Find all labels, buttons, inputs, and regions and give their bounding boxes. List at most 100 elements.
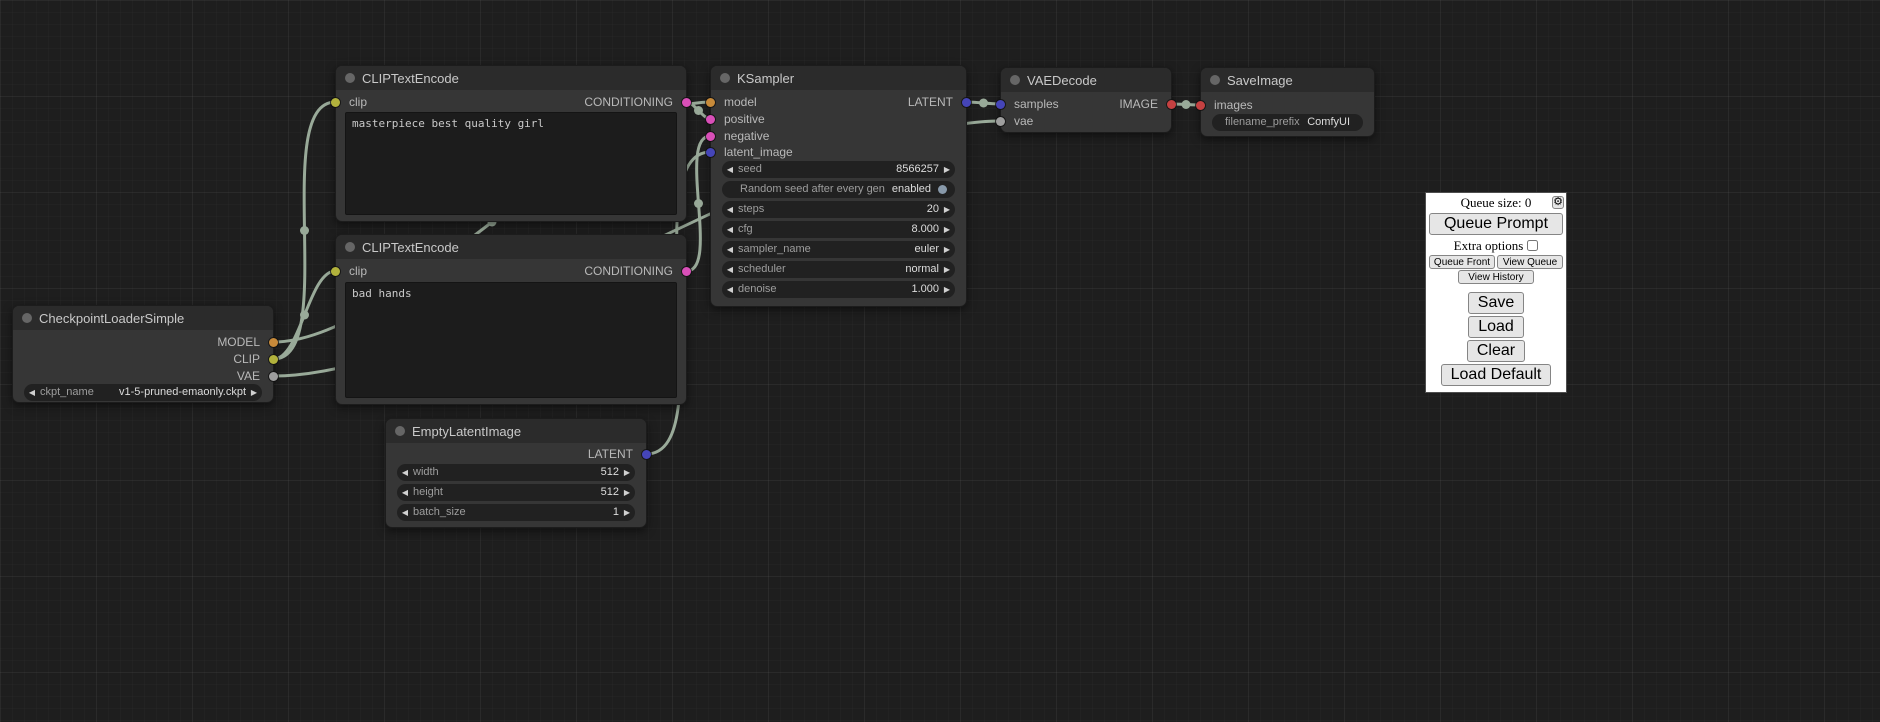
clip-output-dot[interactable] [269, 355, 278, 364]
node-title-bar[interactable]: CLIPTextEncode [336, 235, 686, 259]
settings-gear-icon[interactable]: ⚙ [1552, 196, 1564, 209]
latent-output-slot[interactable]: LATENT [588, 447, 646, 461]
save-button[interactable]: Save [1468, 292, 1524, 314]
node-cliptextencode-negative[interactable]: CLIPTextEncode clip CONDITIONING bad han… [335, 234, 687, 405]
node-title-bar[interactable]: EmptyLatentImage [386, 419, 646, 443]
increment-arrow-icon[interactable]: ▶ [246, 384, 262, 401]
increment-arrow-icon[interactable]: ▶ [939, 201, 955, 218]
denoise-widget[interactable]: ◀ denoise 1.000 ▶ [722, 281, 955, 298]
link-wire[interactable] [274, 102, 336, 359]
queue-prompt-button[interactable]: Queue Prompt [1429, 213, 1563, 235]
vae-input-dot[interactable] [996, 117, 1005, 126]
samples-input-dot[interactable] [996, 100, 1005, 109]
vae-output-slot[interactable]: VAE [237, 369, 273, 383]
decrement-arrow-icon[interactable]: ◀ [722, 241, 738, 258]
decrement-arrow-icon[interactable]: ◀ [722, 281, 738, 298]
batch-size-widget[interactable]: ◀ batch_size 1 ▶ [397, 504, 635, 521]
decrement-arrow-icon[interactable]: ◀ [722, 201, 738, 218]
load-default-button[interactable]: Load Default [1441, 364, 1552, 386]
increment-arrow-icon[interactable]: ▶ [619, 504, 635, 521]
link-midpoint-dot[interactable] [300, 226, 309, 235]
increment-arrow-icon[interactable]: ▶ [939, 261, 955, 278]
clip-input-slot[interactable]: clip [336, 264, 367, 278]
increment-arrow-icon[interactable]: ▶ [939, 241, 955, 258]
link-midpoint-dot[interactable] [694, 106, 703, 115]
increment-arrow-icon[interactable]: ▶ [939, 221, 955, 238]
decrement-arrow-icon[interactable]: ◀ [24, 384, 40, 401]
clip-input-slot[interactable]: clip [336, 95, 367, 109]
ckpt-name-widget[interactable]: ◀ ckpt_name v1-5-pruned-emaonly.ckpt ▶ [24, 384, 262, 401]
decrement-arrow-icon[interactable]: ◀ [722, 261, 738, 278]
node-title-bar[interactable]: CheckpointLoaderSimple [13, 306, 273, 330]
filename-prefix-widget[interactable]: filename_prefix ComfyUI [1212, 114, 1363, 131]
conditioning-output-slot[interactable]: CONDITIONING [584, 95, 686, 109]
vae-output-dot[interactable] [269, 372, 278, 381]
link-wire[interactable] [687, 136, 711, 271]
latent-output-dot[interactable] [642, 450, 651, 459]
model-output-dot[interactable] [269, 338, 278, 347]
link-midpoint-dot[interactable] [979, 99, 988, 108]
toggle-on-dot-icon[interactable] [938, 185, 947, 194]
image-output-dot[interactable] [1167, 100, 1176, 109]
model-input-dot[interactable] [706, 98, 715, 107]
scheduler-widget[interactable]: ◀ scheduler normal ▶ [722, 261, 955, 278]
decrement-arrow-icon[interactable]: ◀ [397, 464, 413, 481]
clear-button[interactable]: Clear [1467, 340, 1525, 362]
clip-input-dot[interactable] [331, 267, 340, 276]
node-cliptextencode-positive[interactable]: CLIPTextEncode clip CONDITIONING masterp… [335, 65, 687, 222]
conditioning-output-slot[interactable]: CONDITIONING [584, 264, 686, 278]
images-input-slot[interactable]: images [1201, 98, 1253, 112]
positive-input-slot[interactable]: positive [711, 112, 765, 126]
images-input-dot[interactable] [1196, 101, 1205, 110]
height-widget[interactable]: ◀ height 512 ▶ [397, 484, 635, 501]
extra-options-checkbox[interactable] [1527, 240, 1538, 251]
node-title-bar[interactable]: CLIPTextEncode [336, 66, 686, 90]
decrement-arrow-icon[interactable]: ◀ [397, 504, 413, 521]
latent-image-input-slot[interactable]: latent_image [711, 145, 793, 159]
link-midpoint-dot[interactable] [694, 199, 703, 208]
image-output-slot[interactable]: IMAGE [1119, 97, 1171, 111]
view-history-button[interactable]: View History [1458, 270, 1534, 284]
increment-arrow-icon[interactable]: ▶ [939, 161, 955, 178]
node-title-bar[interactable]: VAEDecode [1001, 68, 1171, 92]
cfg-widget[interactable]: ◀ cfg 8.000 ▶ [722, 221, 955, 238]
node-saveimage[interactable]: SaveImage images filename_prefix ComfyUI [1200, 67, 1375, 137]
samples-input-slot[interactable]: samples [1001, 97, 1059, 111]
seed-widget[interactable]: ◀ seed 8566257 ▶ [722, 161, 955, 178]
increment-arrow-icon[interactable]: ▶ [619, 464, 635, 481]
link-wire[interactable] [274, 271, 336, 359]
increment-arrow-icon[interactable]: ▶ [619, 484, 635, 501]
model-output-slot[interactable]: MODEL [217, 335, 273, 349]
node-emptylatentimage[interactable]: EmptyLatentImage LATENT ◀ width 512 ▶ ◀ … [385, 418, 647, 528]
positive-prompt-textarea[interactable]: masterpiece best quality girl [345, 112, 677, 215]
steps-widget[interactable]: ◀ steps 20 ▶ [722, 201, 955, 218]
node-ksampler[interactable]: KSampler model positive negative latent_… [710, 65, 967, 307]
clip-input-dot[interactable] [331, 98, 340, 107]
vae-input-slot[interactable]: vae [1001, 114, 1033, 128]
width-widget[interactable]: ◀ width 512 ▶ [397, 464, 635, 481]
node-graph-canvas[interactable]: CheckpointLoaderSimple MODEL CLIP VAE ◀ … [0, 0, 1880, 722]
node-title-bar[interactable]: KSampler [711, 66, 966, 90]
link-midpoint-dot[interactable] [1182, 100, 1191, 109]
node-vaedecode[interactable]: VAEDecode samples vae IMAGE [1000, 67, 1172, 133]
load-button[interactable]: Load [1468, 316, 1524, 338]
node-checkpointloadersimple[interactable]: CheckpointLoaderSimple MODEL CLIP VAE ◀ … [12, 305, 274, 403]
node-title-bar[interactable]: SaveImage [1201, 68, 1374, 92]
conditioning-output-dot[interactable] [682, 267, 691, 276]
decrement-arrow-icon[interactable]: ◀ [397, 484, 413, 501]
view-queue-button[interactable]: View Queue [1497, 255, 1563, 269]
latent-output-slot[interactable]: LATENT [908, 95, 966, 109]
decrement-arrow-icon[interactable]: ◀ [722, 161, 738, 178]
conditioning-output-dot[interactable] [682, 98, 691, 107]
latent-image-input-dot[interactable] [706, 148, 715, 157]
negative-input-dot[interactable] [706, 132, 715, 141]
random-seed-toggle[interactable]: Random seed after every gen enabled [722, 181, 955, 198]
decrement-arrow-icon[interactable]: ◀ [722, 221, 738, 238]
increment-arrow-icon[interactable]: ▶ [939, 281, 955, 298]
link-midpoint-dot[interactable] [300, 311, 309, 320]
negative-input-slot[interactable]: negative [711, 129, 769, 143]
latent-output-dot[interactable] [962, 98, 971, 107]
queue-front-button[interactable]: Queue Front [1429, 255, 1495, 269]
negative-prompt-textarea[interactable]: bad hands [345, 282, 677, 398]
clip-output-slot[interactable]: CLIP [233, 352, 273, 366]
